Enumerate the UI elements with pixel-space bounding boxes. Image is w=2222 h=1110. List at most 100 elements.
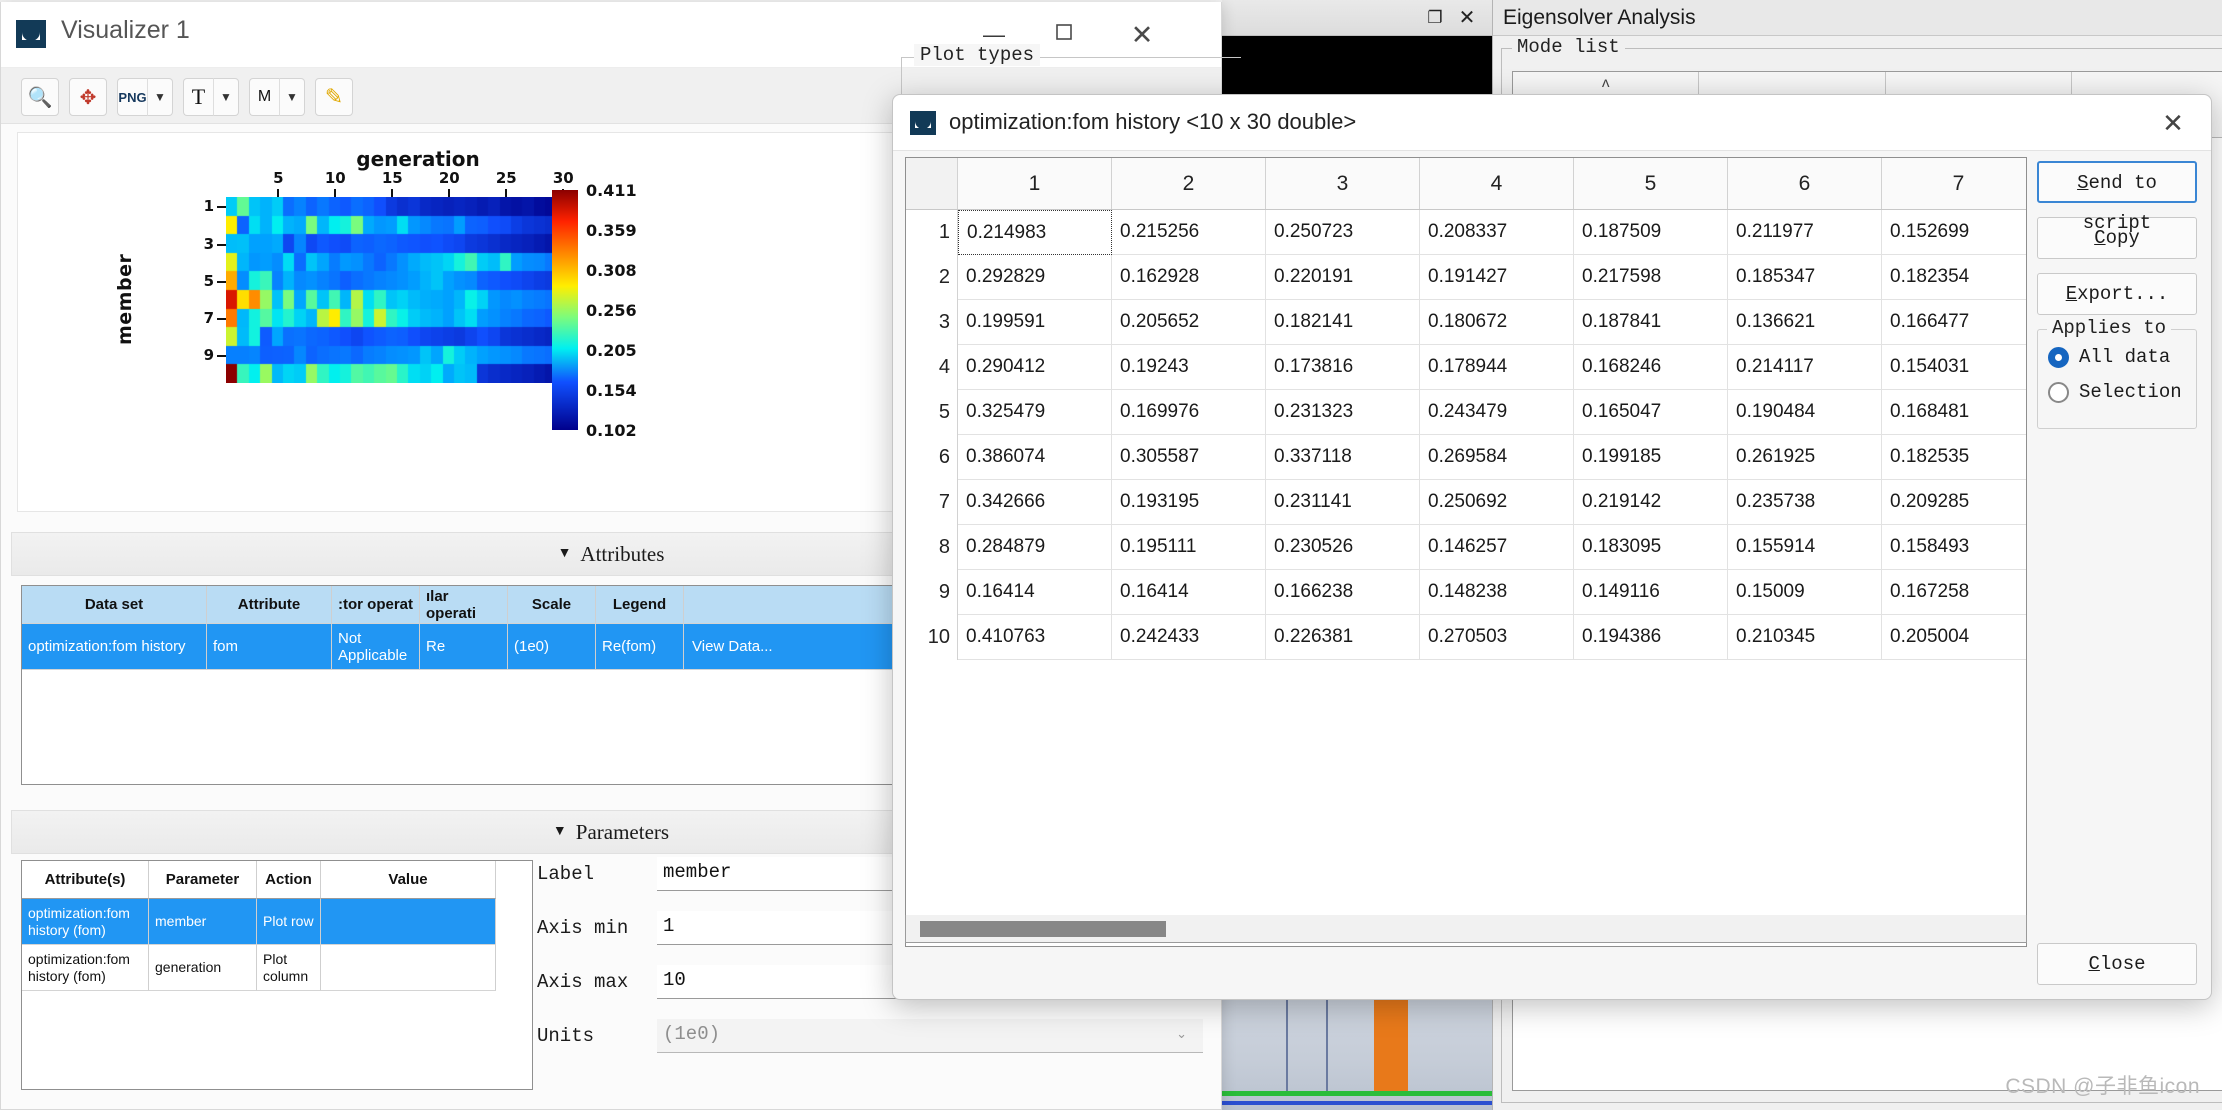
grid-cell[interactable]: 0.219142 — [1574, 480, 1728, 525]
grid-cell[interactable]: 0.231141 — [1266, 480, 1420, 525]
grid-cell[interactable]: 0.217598 — [1574, 255, 1728, 300]
heatmap-canvas[interactable] — [226, 197, 568, 383]
grid-cell[interactable]: 0.290412 — [958, 345, 1112, 390]
attributes-column-header[interactable]: Legend — [596, 586, 684, 624]
grid-cell[interactable]: 0.162928 — [1112, 255, 1266, 300]
grid-cell[interactable]: 0.158493 — [1882, 525, 2027, 570]
grid-cell[interactable]: 0.191427 — [1420, 255, 1574, 300]
grid-row-header[interactable]: 9 — [906, 570, 958, 615]
grid-row-header[interactable]: 3 — [906, 300, 958, 345]
grid-cell[interactable]: 0.269584 — [1420, 435, 1574, 480]
grid-column-header[interactable]: 5 — [1574, 158, 1728, 209]
send-to-script-button[interactable]: Send to script — [2037, 161, 2197, 203]
grid-corner-cell[interactable] — [906, 158, 958, 209]
pan-icon[interactable]: ✥ — [69, 78, 107, 116]
grid-cell[interactable]: 0.185347 — [1728, 255, 1882, 300]
grid-cell[interactable]: 0.180672 — [1420, 300, 1574, 345]
grid-cell[interactable]: 0.337118 — [1266, 435, 1420, 480]
grid-cell[interactable]: 0.220191 — [1266, 255, 1420, 300]
grid-cell[interactable]: 0.209285 — [1882, 480, 2027, 525]
grid-cell[interactable]: 0.19243 — [1112, 345, 1266, 390]
export-button[interactable]: Export... — [2037, 273, 2197, 315]
grid-cell[interactable]: 0.16414 — [958, 570, 1112, 615]
parameters-column-header[interactable]: Attribute(s) — [22, 861, 149, 899]
grid-cell[interactable]: 0.166477 — [1882, 300, 2027, 345]
grid-cell[interactable]: 0.167258 — [1882, 570, 2027, 615]
grid-cell[interactable]: 0.194386 — [1574, 615, 1728, 660]
grid-cell[interactable]: 0.166238 — [1266, 570, 1420, 615]
grid-cell[interactable]: 0.193195 — [1112, 480, 1266, 525]
grid-cell[interactable]: 0.250723 — [1266, 210, 1420, 255]
grid-cell[interactable]: 0.284879 — [958, 525, 1112, 570]
grid-cell[interactable]: 0.173816 — [1266, 345, 1420, 390]
grid-cell[interactable]: 0.199591 — [958, 300, 1112, 345]
grid-cell[interactable]: 0.243479 — [1420, 390, 1574, 435]
grid-cell[interactable]: 0.15009 — [1728, 570, 1882, 615]
attributes-column-header[interactable]: Scale — [508, 586, 596, 624]
grid-column-header[interactable]: 6 — [1728, 158, 1882, 209]
grid-cell[interactable]: 0.169976 — [1112, 390, 1266, 435]
grid-cell[interactable]: 0.148238 — [1420, 570, 1574, 615]
parameters-column-header[interactable]: Value — [321, 861, 496, 899]
grid-cell[interactable]: 0.250692 — [1420, 480, 1574, 525]
grid-cell[interactable]: 0.146257 — [1420, 525, 1574, 570]
grid-cell[interactable]: 0.270503 — [1420, 615, 1574, 660]
table-row[interactable]: optimization:fom history (fom)memberPlot… — [22, 899, 532, 945]
grid-column-header[interactable]: 4 — [1420, 158, 1574, 209]
grid-cell[interactable]: 0.211977 — [1728, 210, 1882, 255]
grid-cell[interactable]: 0.195111 — [1112, 525, 1266, 570]
grid-cell[interactable]: 0.152699 — [1882, 210, 2027, 255]
radio-button[interactable] — [2048, 347, 2069, 368]
grid-row-header[interactable]: 4 — [906, 345, 958, 390]
grid-cell[interactable]: 0.242433 — [1112, 615, 1266, 660]
grid-cell[interactable]: 0.165047 — [1574, 390, 1728, 435]
grid-cell[interactable]: 0.210345 — [1728, 615, 1882, 660]
grid-cell[interactable]: 0.205652 — [1112, 300, 1266, 345]
radio-option[interactable]: All data — [2048, 346, 2186, 368]
units-select[interactable]: (1e0)⌄ — [657, 1019, 1203, 1053]
grid-cell[interactable]: 0.182535 — [1882, 435, 2027, 480]
attributes-column-header[interactable]: Data set — [22, 586, 207, 624]
radio-button[interactable] — [2048, 382, 2069, 403]
grid-row-header[interactable]: 5 — [906, 390, 958, 435]
grid-cell[interactable]: 0.215256 — [1112, 210, 1266, 255]
grid-cell[interactable]: 0.155914 — [1728, 525, 1882, 570]
png-export-icon[interactable]: PNG — [117, 78, 147, 116]
grid-cell[interactable]: 0.136621 — [1728, 300, 1882, 345]
grid-cell[interactable]: 0.214117 — [1728, 345, 1882, 390]
grid-cell[interactable]: 0.16414 — [1112, 570, 1266, 615]
grid-cell[interactable]: 0.342666 — [958, 480, 1112, 525]
grid-cell[interactable]: 0.261925 — [1728, 435, 1882, 480]
grid-cell[interactable]: 0.292829 — [958, 255, 1112, 300]
parameters-table[interactable]: Attribute(s)ParameterActionValueoptimiza… — [21, 860, 533, 1090]
grid-cell[interactable]: 0.183095 — [1574, 525, 1728, 570]
grid-cell[interactable]: 0.149116 — [1574, 570, 1728, 615]
edit-pencil-icon[interactable]: ✎ — [315, 78, 353, 116]
matlab-export-dropdown-arrow[interactable]: ▼ — [279, 78, 305, 116]
attributes-column-header[interactable]: Attribute — [207, 586, 332, 624]
restore-icon[interactable]: ❐ — [1424, 7, 1446, 29]
text-dropdown-arrow[interactable]: ▼ — [213, 78, 239, 116]
grid-cell[interactable]: 0.205004 — [1882, 615, 2027, 660]
grid-row-header[interactable]: 10 — [906, 615, 958, 660]
grid-cell[interactable]: 0.325479 — [958, 390, 1112, 435]
grid-cell[interactable]: 0.230526 — [1266, 525, 1420, 570]
table-row[interactable]: optimization:fom history (fom)generation… — [22, 945, 532, 991]
grid-column-header[interactable]: 2 — [1112, 158, 1266, 209]
radio-option[interactable]: Selection — [2048, 381, 2186, 403]
zoom-icon[interactable]: 🔍 — [21, 78, 59, 116]
grid-cell[interactable]: 0.410763 — [958, 615, 1112, 660]
horizontal-scrollbar[interactable] — [905, 915, 2027, 943]
dialog-close-icon[interactable]: ✕ — [2145, 103, 2201, 143]
grid-cell[interactable]: 0.168246 — [1574, 345, 1728, 390]
grid-cell[interactable]: 0.182141 — [1266, 300, 1420, 345]
grid-cell[interactable]: 0.168481 — [1882, 390, 2027, 435]
data-grid[interactable]: 1234567810.2149830.2152560.2507230.20833… — [905, 157, 2027, 947]
grid-cell[interactable]: 0.208337 — [1420, 210, 1574, 255]
grid-cell[interactable]: 0.305587 — [1112, 435, 1266, 480]
grid-column-header[interactable]: 3 — [1266, 158, 1420, 209]
copy-button[interactable]: Copy — [2037, 217, 2197, 259]
attributes-column-header[interactable]: :tor operat — [332, 586, 420, 624]
grid-row-header[interactable]: 1 — [906, 210, 958, 255]
grid-cell[interactable]: 0.214983 — [958, 210, 1112, 255]
